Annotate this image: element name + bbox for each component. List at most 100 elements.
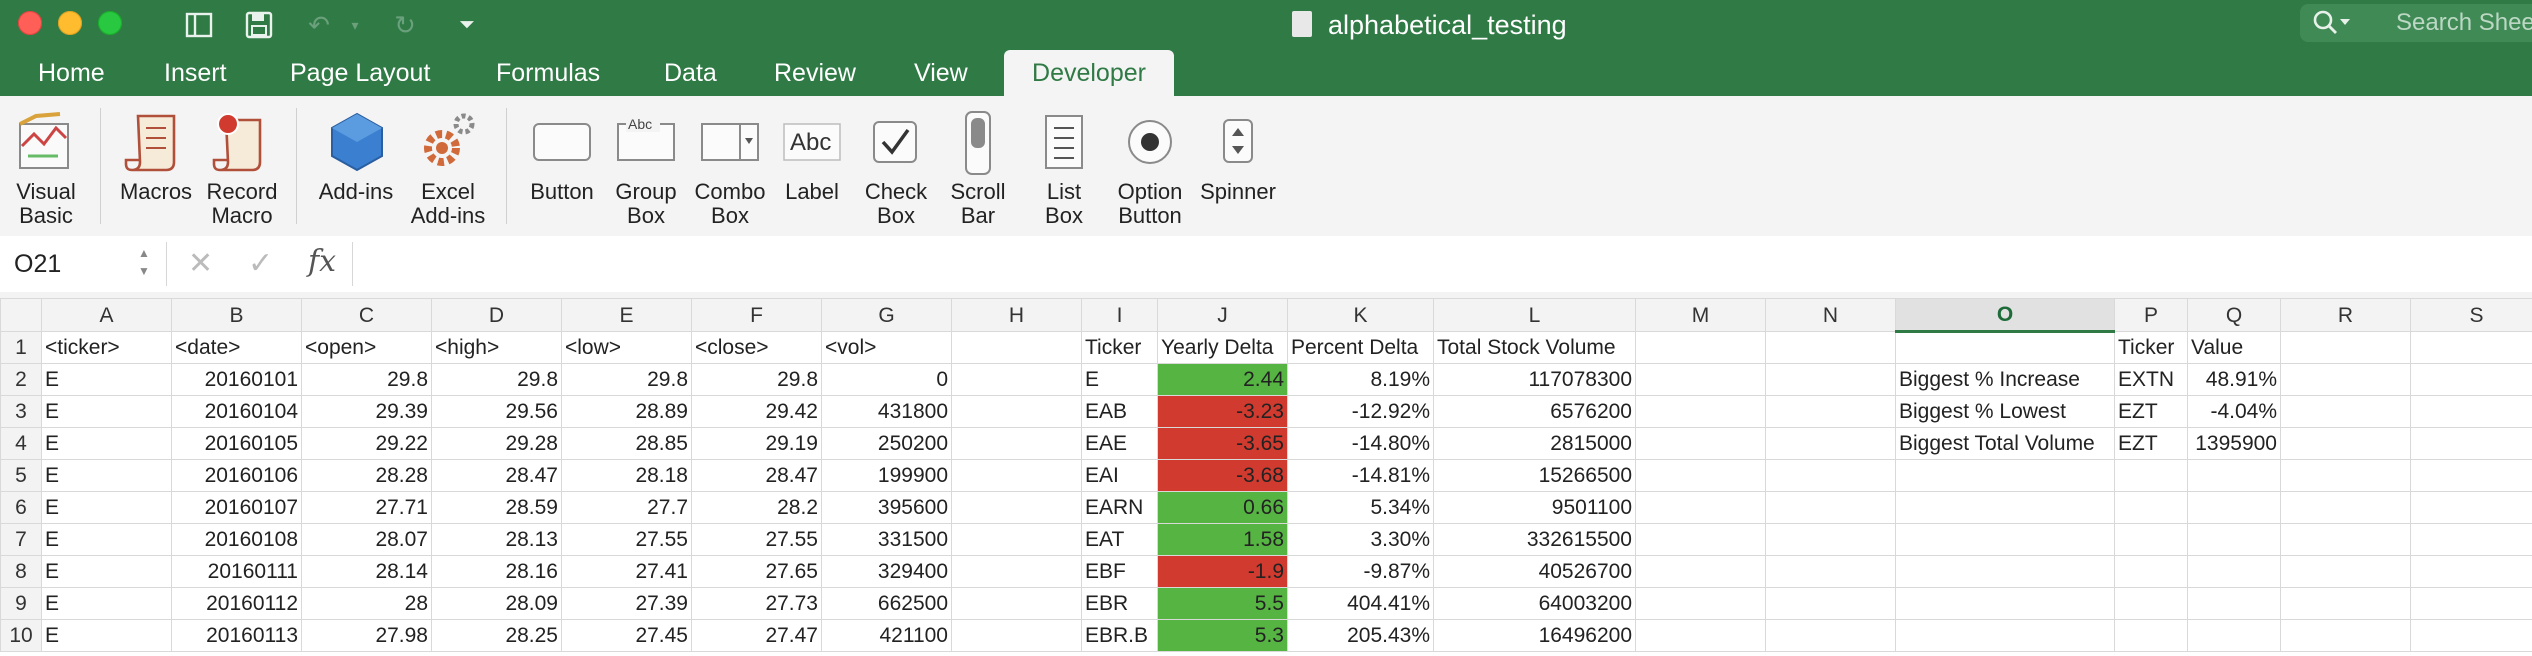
row-header[interactable]: 4 <box>0 427 42 460</box>
cell-s2[interactable] <box>2410 363 2532 396</box>
cell-c5[interactable]: 28.28 <box>301 459 432 492</box>
cell-c9[interactable]: 28 <box>301 587 432 620</box>
cell-a8[interactable]: E <box>41 555 172 588</box>
cell-q7[interactable] <box>2187 523 2281 556</box>
cell-c8[interactable]: 28.14 <box>301 555 432 588</box>
cell-k3[interactable]: -12.92% <box>1287 395 1434 428</box>
cell-p1[interactable]: Ticker <box>2114 331 2188 364</box>
cell-d1[interactable]: <high> <box>431 331 562 364</box>
column-header-l[interactable]: L <box>1433 298 1636 332</box>
cell-c1[interactable]: <open> <box>301 331 432 364</box>
cell-e4[interactable]: 28.85 <box>561 427 692 460</box>
cell-p6[interactable] <box>2114 491 2188 524</box>
column-header-c[interactable]: C <box>301 298 432 332</box>
cell-i2[interactable]: E <box>1081 363 1158 396</box>
cell-h10[interactable] <box>951 619 1082 652</box>
cell-r5[interactable] <box>2280 459 2411 492</box>
option-button-icon[interactable] <box>1126 118 1174 171</box>
cell-j9[interactable]: 5.5 <box>1157 587 1288 620</box>
cell-b10[interactable]: 20160113 <box>171 619 302 652</box>
cell-i3[interactable]: EAB <box>1081 395 1158 428</box>
cell-r4[interactable] <box>2280 427 2411 460</box>
cell-g10[interactable]: 421100 <box>821 619 952 652</box>
cell-e3[interactable]: 28.89 <box>561 395 692 428</box>
column-header-o[interactable]: O <box>1895 298 2115 333</box>
cell-l3[interactable]: 6576200 <box>1433 395 1636 428</box>
button-control-icon[interactable] <box>532 122 592 167</box>
cell-m3[interactable] <box>1635 395 1766 428</box>
cell-n2[interactable] <box>1765 363 1896 396</box>
cell-j8[interactable]: -1.9 <box>1157 555 1288 588</box>
tab-data[interactable]: Data <box>664 50 717 96</box>
tab-developer[interactable]: Developer <box>1004 50 1174 96</box>
cell-b5[interactable]: 20160106 <box>171 459 302 492</box>
cell-m4[interactable] <box>1635 427 1766 460</box>
tab-formulas[interactable]: Formulas <box>496 50 600 96</box>
cell-f10[interactable]: 27.47 <box>691 619 822 652</box>
cell-i10[interactable]: EBR.B <box>1081 619 1158 652</box>
cell-s6[interactable] <box>2410 491 2532 524</box>
list-box-icon[interactable] <box>1044 114 1084 175</box>
cell-h2[interactable] <box>951 363 1082 396</box>
column-header-g[interactable]: G <box>821 298 952 332</box>
row-header[interactable]: 7 <box>0 523 42 556</box>
cell-f4[interactable]: 29.19 <box>691 427 822 460</box>
cell-a6[interactable]: E <box>41 491 172 524</box>
column-header-f[interactable]: F <box>691 298 822 332</box>
cancel-edit-icon[interactable]: ✕ <box>188 246 213 281</box>
cell-e7[interactable]: 27.55 <box>561 523 692 556</box>
cell-j1[interactable]: Yearly Delta <box>1157 331 1288 364</box>
excel-add-ins-icon[interactable] <box>416 110 480 179</box>
cell-f5[interactable]: 28.47 <box>691 459 822 492</box>
cell-q4[interactable]: 1395900 <box>2187 427 2281 460</box>
column-header-p[interactable]: P <box>2114 298 2188 332</box>
column-header-k[interactable]: K <box>1287 298 1434 332</box>
cell-g8[interactable]: 329400 <box>821 555 952 588</box>
cell-a1[interactable]: <ticker> <box>41 331 172 364</box>
cell-j2[interactable]: 2.44 <box>1157 363 1288 396</box>
confirm-edit-icon[interactable]: ✓ <box>248 246 273 281</box>
cell-i5[interactable]: EAI <box>1081 459 1158 492</box>
cell-f9[interactable]: 27.73 <box>691 587 822 620</box>
cell-g4[interactable]: 250200 <box>821 427 952 460</box>
cell-l7[interactable]: 332615500 <box>1433 523 1636 556</box>
cell-h7[interactable] <box>951 523 1082 556</box>
column-header-d[interactable]: D <box>431 298 562 332</box>
cell-d7[interactable]: 28.13 <box>431 523 562 556</box>
cell-h4[interactable] <box>951 427 1082 460</box>
close-window-button[interactable] <box>18 11 42 35</box>
cell-m1[interactable] <box>1635 331 1766 364</box>
cell-k1[interactable]: Percent Delta <box>1287 331 1434 364</box>
cell-r9[interactable] <box>2280 587 2411 620</box>
cell-o2[interactable]: Biggest % Increase <box>1895 363 2115 396</box>
row-header[interactable]: 6 <box>0 491 42 524</box>
cell-d4[interactable]: 29.28 <box>431 427 562 460</box>
cell-c6[interactable]: 27.71 <box>301 491 432 524</box>
cell-p2[interactable]: EXTN <box>2114 363 2188 396</box>
row-header[interactable]: 1 <box>0 331 42 364</box>
cell-q5[interactable] <box>2187 459 2281 492</box>
column-header-m[interactable]: M <box>1635 298 1766 332</box>
cell-i1[interactable]: Ticker <box>1081 331 1158 364</box>
column-header-r[interactable]: R <box>2280 298 2411 332</box>
cell-f7[interactable]: 27.55 <box>691 523 822 556</box>
cell-i4[interactable]: EAE <box>1081 427 1158 460</box>
undo-icon[interactable]: ↶ <box>304 10 334 40</box>
tab-review[interactable]: Review <box>774 50 856 96</box>
cell-n8[interactable] <box>1765 555 1896 588</box>
cell-l1[interactable]: Total Stock Volume <box>1433 331 1636 364</box>
cell-j6[interactable]: 0.66 <box>1157 491 1288 524</box>
cell-d5[interactable]: 28.47 <box>431 459 562 492</box>
cell-k5[interactable]: -14.81% <box>1287 459 1434 492</box>
cell-c2[interactable]: 29.8 <box>301 363 432 396</box>
cell-p9[interactable] <box>2114 587 2188 620</box>
cell-a5[interactable]: E <box>41 459 172 492</box>
cell-n5[interactable] <box>1765 459 1896 492</box>
cell-l2[interactable]: 117078300 <box>1433 363 1636 396</box>
cell-b1[interactable]: <date> <box>171 331 302 364</box>
undo-dropdown-icon[interactable]: ▾ <box>340 10 370 40</box>
cell-n1[interactable] <box>1765 331 1896 364</box>
cell-s3[interactable] <box>2410 395 2532 428</box>
cell-e1[interactable]: <low> <box>561 331 692 364</box>
cell-o3[interactable]: Biggest % Lowest <box>1895 395 2115 428</box>
